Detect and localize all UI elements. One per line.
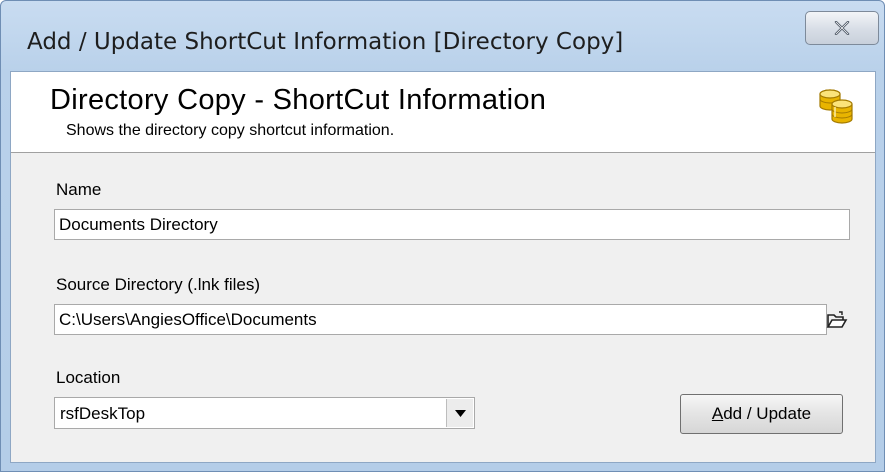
source-directory-label: Source Directory (.lnk files) (56, 275, 261, 294)
window-title: Add / Update ShortCut Information [Direc… (27, 29, 624, 55)
add-update-mnemonic: A (711, 404, 724, 423)
header-panel: Directory Copy - ShortCut Information Sh… (11, 72, 875, 153)
dropdown-arrow-button[interactable] (446, 399, 473, 427)
source-directory-field[interactable]: C:\Users\AngiesOffice\Documents (54, 304, 827, 335)
dialog-client-area: Directory Copy - ShortCut Information Sh… (10, 71, 876, 463)
browse-folder-button[interactable] (823, 306, 850, 333)
add-update-label: dd / Update (723, 404, 812, 423)
chevron-down-icon (454, 409, 466, 417)
dialog-window: Add / Update ShortCut Information [Direc… (0, 0, 885, 472)
name-label: Name (56, 180, 102, 199)
title-bar[interactable]: Add / Update ShortCut Information [Direc… (1, 1, 884, 71)
location-label: Location (56, 368, 121, 387)
close-icon (834, 21, 850, 35)
header-subtitle: Shows the directory copy shortcut inform… (66, 122, 395, 139)
add-update-button[interactable]: Add / Update (680, 394, 843, 434)
open-folder-icon (826, 310, 847, 328)
name-field[interactable]: Documents Directory (54, 209, 850, 240)
header-title: Directory Copy - ShortCut Information (50, 84, 547, 116)
location-dropdown[interactable]: rsfDeskTop (54, 397, 475, 429)
close-button[interactable] (805, 11, 879, 45)
location-selected-value: rsfDeskTop (60, 404, 146, 423)
database-coins-icon (819, 89, 853, 124)
